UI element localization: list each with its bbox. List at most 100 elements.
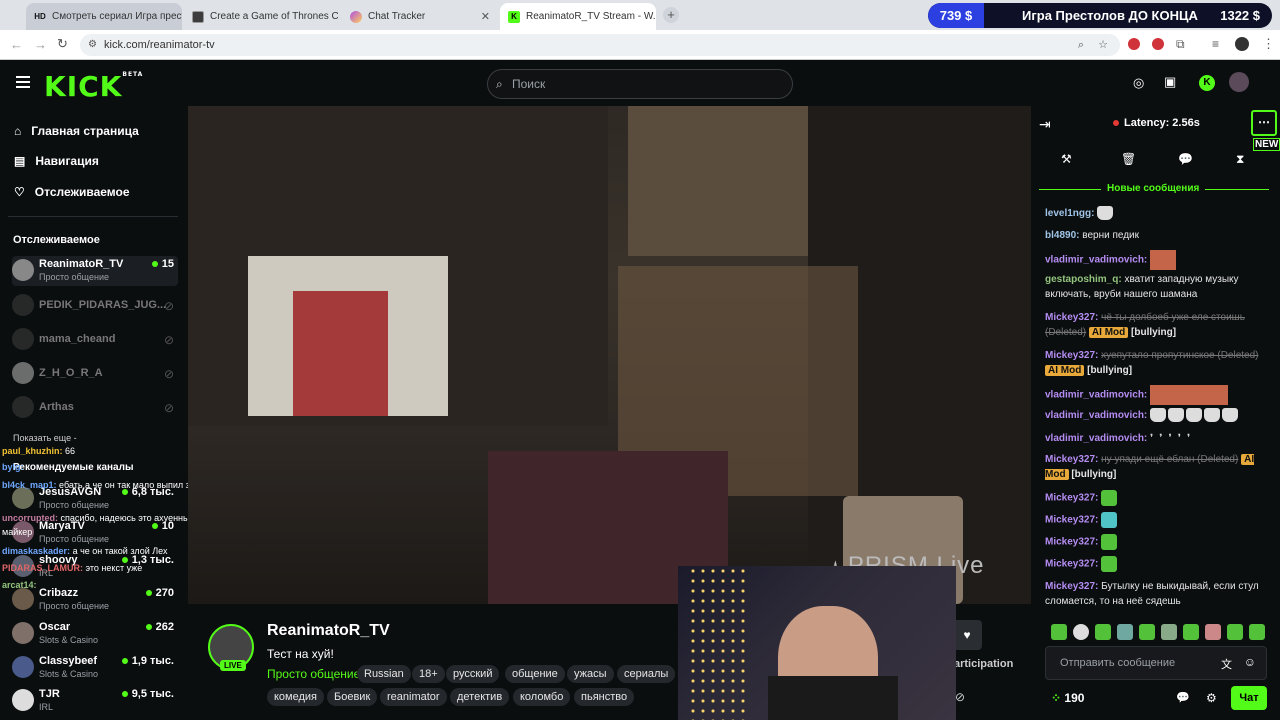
emote-icon[interactable] (1227, 624, 1243, 640)
tag[interactable]: ужасы (567, 665, 614, 683)
emote-icon[interactable] (1183, 624, 1199, 640)
trash-icon[interactable]: 🗑 (1121, 152, 1136, 166)
overlay-chat-line: paul_khuzhin: 66 (2, 446, 76, 456)
bookmark-star-icon[interactable]: ☆ (1098, 34, 1108, 56)
chat-message: vladimir_vadimovich: (1045, 408, 1273, 423)
chat-bubble-icon[interactable]: 💬 (1178, 152, 1193, 166)
recommended-channel[interactable]: Oscar Slots & Casino 262 (12, 619, 178, 649)
clips-icon[interactable]: ◎ (1133, 75, 1144, 91)
nav-browse[interactable]: ▤ Навигация (14, 154, 99, 168)
new-tab-icon[interactable]: + (663, 7, 679, 23)
divider (8, 216, 178, 217)
video-cabinet (628, 106, 808, 256)
emote-icon[interactable] (1117, 624, 1133, 640)
stream-category[interactable]: Просто общение (267, 667, 360, 681)
channel-points[interactable]: ⁘ 190 (1051, 691, 1084, 705)
chat-bubble-icon[interactable]: 💬 (1176, 691, 1190, 704)
emote (1176, 385, 1203, 405)
hourglass-icon[interactable]: ⧗ (1236, 152, 1244, 167)
tag[interactable]: Russian (357, 665, 411, 683)
reading-list-icon[interactable]: ≡ (1212, 37, 1219, 51)
recommended-channel[interactable]: Classybeef Slots & Casino 1,9 тыс. (12, 653, 178, 683)
follow-heart-icon[interactable]: ♥ (952, 620, 982, 650)
overlay-chat-line: PIDARAS_LAMUR: это некст уже (2, 563, 143, 573)
overlay-chat-line: bylg: (2, 462, 24, 472)
chat-panel: ⇥ Latency: 2.56s ⋯ NEW ⚒ 🗑 💬 ⧗ Новые соо… (1031, 106, 1280, 720)
tag[interactable]: 18+ (412, 665, 445, 683)
back-icon[interactable]: ← (10, 37, 23, 52)
hamburger-menu-icon[interactable] (16, 76, 30, 88)
recommended-channel[interactable]: Cribazz Просто общение 270 (12, 585, 178, 615)
video-player[interactable] (188, 106, 1031, 604)
tag[interactable]: Боевик (327, 688, 378, 706)
chat-message: Mickey327: хуепутало пропутинское (Delet… (1045, 350, 1259, 376)
offline-icon: ⊘ (163, 367, 174, 381)
emote-icon[interactable] (1249, 624, 1265, 640)
offline-icon: ⊘ (163, 401, 174, 415)
extension-icon[interactable] (1128, 38, 1140, 50)
user-avatar[interactable] (1229, 72, 1249, 92)
browser-tab-active[interactable]: K ReanimatoR_TV Stream - W... 🔊 ✕ (500, 3, 656, 30)
tag[interactable]: комедия (267, 688, 325, 706)
emote (1150, 385, 1177, 405)
tag[interactable]: reanimator (380, 688, 447, 706)
streamer-name[interactable]: ReanimatoR_TV (267, 622, 390, 640)
fairy-lights (688, 566, 748, 720)
nav-following[interactable]: ♡ Отслеживаемое (14, 185, 130, 199)
offline-icon: ⊘ (163, 299, 174, 313)
emote-icon[interactable] (1205, 624, 1221, 640)
followed-channel[interactable]: Z_H_O_R_A ⊘ (12, 359, 178, 389)
kick-points-icon[interactable]: K (1199, 75, 1215, 91)
no-notifications-icon[interactable]: ⊘ (955, 690, 965, 704)
translate-icon[interactable]: 文 (1221, 656, 1232, 672)
browser-tab[interactable]: HD Смотреть сериал Игра престо... ✕ (26, 3, 182, 30)
browser-menu-icon[interactable]: ⋮ (1262, 36, 1275, 52)
recommended-channel[interactable]: TJR IRL 9,5 тыс. (12, 686, 178, 716)
extensions-puzzle-icon[interactable]: ⧉ (1176, 37, 1185, 52)
tag[interactable]: русский (446, 665, 500, 683)
nav-home[interactable]: ⌂ Главная страница (14, 124, 139, 138)
site-info-icon[interactable]: ⚙ (88, 34, 97, 56)
tag[interactable]: коломбо (513, 688, 571, 706)
tag[interactable]: общение (505, 665, 565, 683)
close-tab-icon[interactable]: ✕ (481, 10, 490, 23)
chat-menu-icon[interactable]: ⋯ (1251, 110, 1277, 136)
extension-icon[interactable] (1152, 38, 1164, 50)
followed-channel[interactable]: mama_cheand ⊘ (12, 325, 178, 355)
search-input[interactable]: ⌕ Поиск (487, 69, 793, 99)
forward-icon[interactable]: → (34, 37, 47, 52)
store-icon[interactable]: ▣ (1164, 74, 1176, 90)
stream-title: Тест на хуй! (267, 647, 334, 661)
emote-icon[interactable] (1139, 624, 1155, 640)
chat-input[interactable]: Отправить сообщение 文 ☺ (1045, 646, 1267, 680)
collapse-chat-icon[interactable]: ⇥ (1039, 116, 1051, 133)
followed-channel[interactable]: ReanimatoR_TV Просто общение 15 (12, 256, 178, 286)
tag[interactable]: сериалы (617, 665, 676, 683)
address-bar[interactable]: ⚙ kick.com/reanimator-tv ⌕ ☆ (80, 34, 1120, 56)
kick-logo[interactable]: KICKBETA (44, 70, 143, 103)
browser-tab[interactable]: Chat Tracker ✕ (342, 3, 498, 30)
followed-channel[interactable]: PEDIK_PIDARAS_JUG... ⊘ (12, 291, 178, 321)
home-icon: ⌂ (14, 124, 22, 138)
browser-tab[interactable]: Create a Game of Thrones Cha... ✕ (184, 3, 338, 30)
followed-channel[interactable]: Arthas ⊘ (12, 393, 178, 423)
emote-icon[interactable] (1051, 624, 1067, 640)
emote-icon[interactable] (1161, 624, 1177, 640)
reload-icon[interactable]: ↻ (57, 36, 68, 52)
send-chat-button[interactable]: Чат (1231, 686, 1267, 710)
mod-hammer-icon[interactable]: ⚒ (1061, 152, 1072, 166)
tag[interactable]: детектив (450, 688, 510, 706)
tag[interactable]: пьянство (574, 688, 635, 706)
profile-avatar[interactable] (1235, 37, 1249, 51)
overlay-chat-line: майкер (2, 527, 33, 537)
emote-icon[interactable] (1095, 624, 1111, 640)
chat-message: vladimir_vadimovich: (1045, 250, 1273, 270)
new-messages-divider: Новые сообщения (1101, 183, 1206, 194)
live-badge: LIVE (220, 660, 246, 671)
show-more-link[interactable]: Показать еще - (13, 433, 77, 443)
emoji-icon[interactable]: ☺ (1244, 655, 1256, 669)
webcam-overlay (678, 566, 956, 720)
emote-icon[interactable] (1073, 624, 1089, 640)
settings-gear-icon[interactable]: ⚙ (1206, 691, 1217, 705)
zoom-icon[interactable]: ⌕ (1078, 34, 1084, 56)
